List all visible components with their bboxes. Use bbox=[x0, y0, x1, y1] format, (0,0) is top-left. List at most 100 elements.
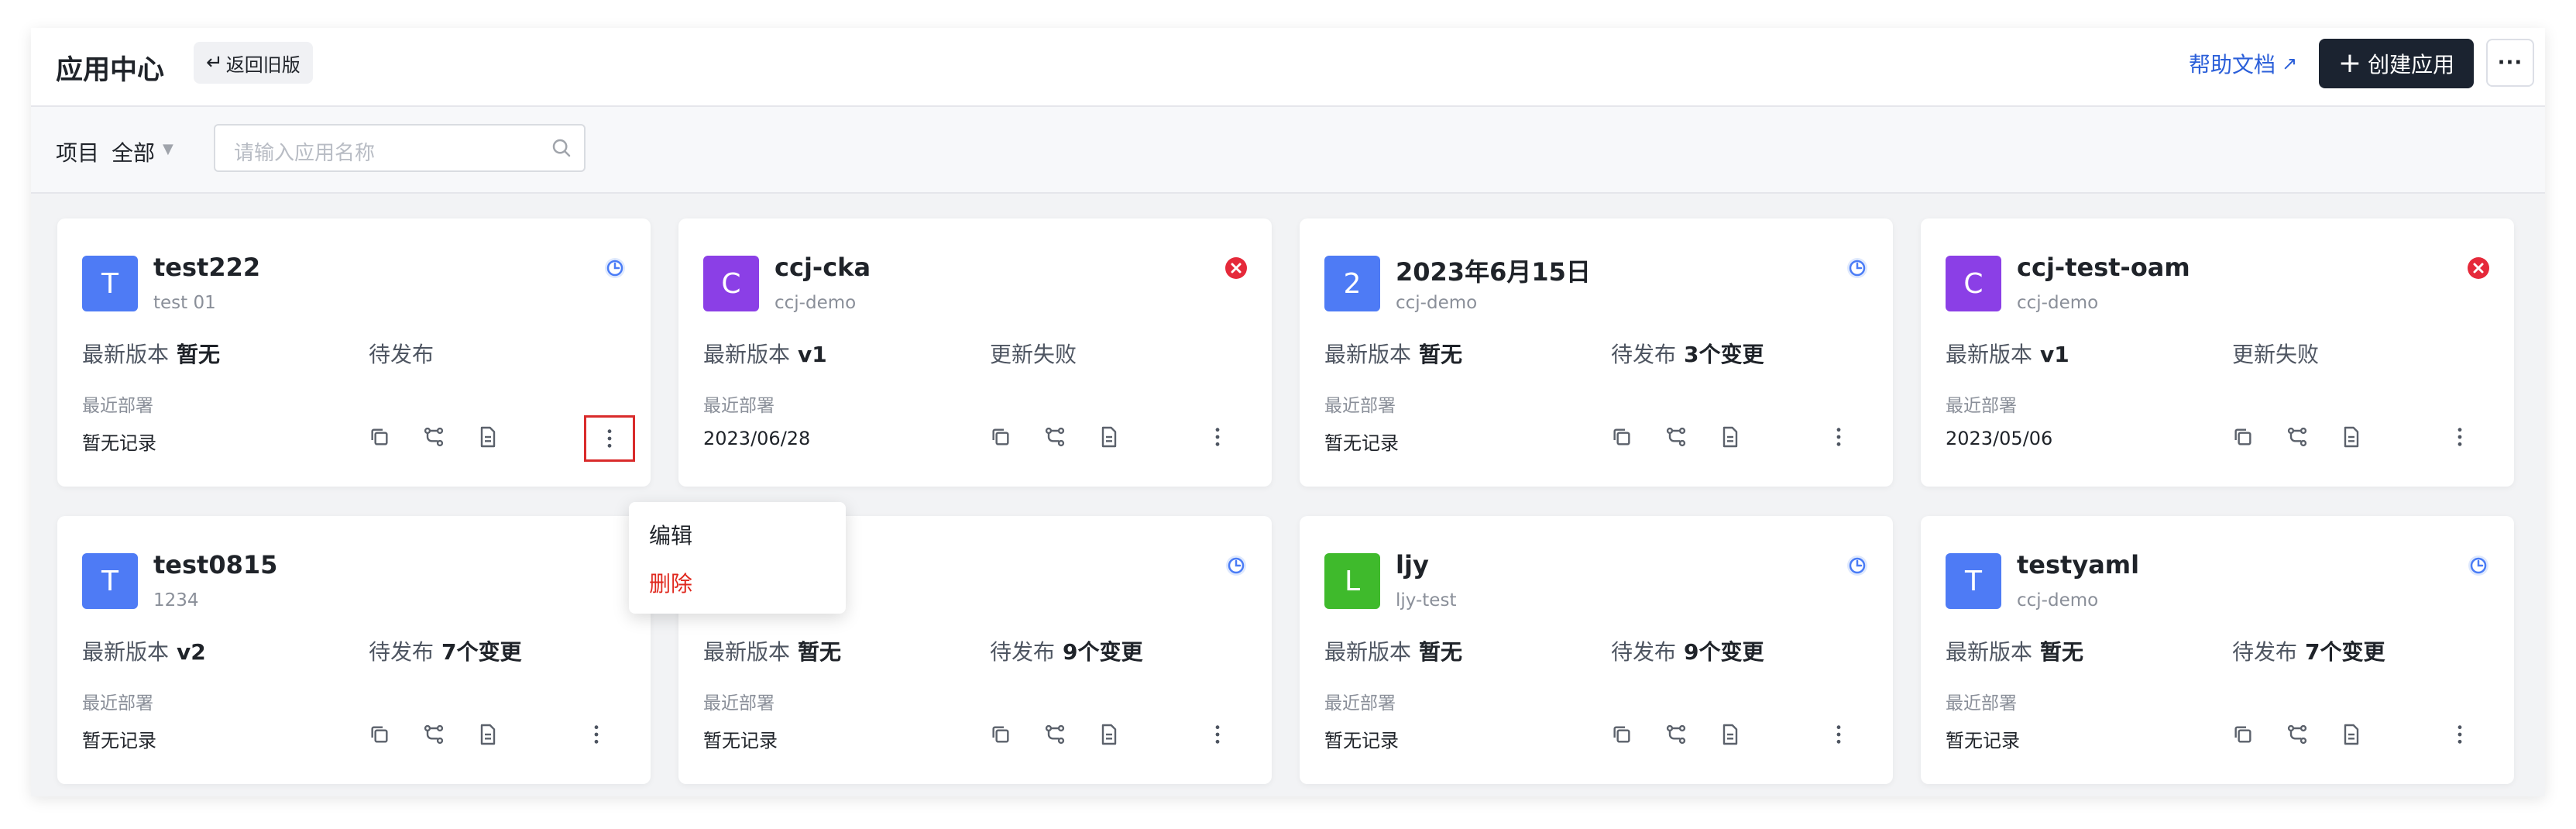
workflow-icon[interactable] bbox=[1664, 425, 1688, 449]
avatar-letter: C bbox=[721, 267, 741, 300]
publish-status: 待发布 7个变更 bbox=[2232, 635, 2385, 666]
latest-version: 最新版本 暂无 bbox=[1324, 635, 1462, 666]
card-more-icon[interactable] bbox=[1826, 425, 1851, 449]
avatar-letter: T bbox=[101, 267, 118, 300]
help-docs-link[interactable]: 帮助文档 ↗ bbox=[2189, 48, 2297, 79]
recent-deploy-label: 最近部署 bbox=[703, 396, 775, 416]
recent-deploy-label: 最近部署 bbox=[1946, 693, 2017, 714]
app-center-window: 应用中心 ↵ 返回旧版 帮助文档 ↗ + 创建应用 ··· 项目 全部 ▼ 请输… bbox=[31, 28, 2545, 796]
copy-icon[interactable] bbox=[367, 425, 392, 449]
copy-icon[interactable] bbox=[2231, 722, 2255, 747]
card-action-menu: 编辑 删除 bbox=[629, 502, 846, 614]
publish-status-label: 待发布 bbox=[369, 639, 434, 665]
card-more-icon[interactable] bbox=[1205, 425, 1230, 449]
document-icon[interactable] bbox=[1718, 425, 1743, 449]
app-avatar: T bbox=[1946, 553, 2001, 609]
publish-status-label: 待发布 bbox=[1611, 342, 1677, 367]
workflow-icon[interactable] bbox=[1664, 722, 1688, 747]
workflow-icon[interactable] bbox=[421, 425, 446, 449]
app-name[interactable]: ccj-test-oam bbox=[2017, 253, 2190, 282]
header-more-button[interactable]: ··· bbox=[2486, 39, 2534, 87]
create-app-button[interactable]: + 创建应用 bbox=[2319, 39, 2474, 88]
menu-item-delete[interactable]: 删除 bbox=[649, 567, 692, 598]
copy-icon[interactable] bbox=[2231, 425, 2255, 449]
caret-down-icon[interactable]: ▼ bbox=[163, 141, 173, 157]
avatar-letter: T bbox=[101, 565, 118, 597]
latest-version-value: 暂无 bbox=[2040, 639, 2084, 665]
latest-version-label: 最新版本 bbox=[1946, 639, 2033, 665]
back-to-old-version-button[interactable]: ↵ 返回旧版 bbox=[194, 42, 313, 84]
card-more-icon[interactable] bbox=[1205, 722, 1230, 747]
document-icon[interactable] bbox=[2339, 722, 2364, 747]
clock-status-icon bbox=[1845, 256, 1870, 280]
document-icon[interactable] bbox=[2339, 425, 2364, 449]
project-filter-select[interactable]: 全部 bbox=[112, 136, 155, 167]
card-more-icon[interactable] bbox=[2447, 425, 2472, 449]
app-avatar: C bbox=[1946, 256, 2001, 311]
recent-deploy-label: 最近部署 bbox=[703, 693, 775, 714]
app-name[interactable]: testyaml bbox=[2017, 550, 2139, 580]
project-filter-label: 项目 bbox=[56, 140, 100, 166]
return-arrow-icon: ↵ bbox=[206, 51, 223, 74]
external-link-icon: ↗ bbox=[2282, 53, 2298, 74]
recent-deploy-value: 暂无记录 bbox=[1324, 432, 1399, 454]
search-input[interactable]: 请输入应用名称 bbox=[214, 124, 586, 172]
latest-version-label: 最新版本 bbox=[1324, 342, 1412, 367]
app-name[interactable]: test222 bbox=[153, 253, 260, 282]
card-more-icon[interactable] bbox=[1826, 722, 1851, 747]
latest-version-label: 最新版本 bbox=[1946, 342, 2033, 367]
recent-deploy-value: 暂无记录 bbox=[703, 730, 778, 752]
copy-icon[interactable] bbox=[988, 722, 1013, 747]
workflow-icon[interactable] bbox=[2285, 425, 2310, 449]
avatar-letter: T bbox=[1965, 565, 1982, 597]
app-name[interactable]: ljy bbox=[1396, 550, 1429, 580]
card-more-icon[interactable] bbox=[584, 415, 635, 462]
publish-status-label: 待发布 bbox=[1611, 639, 1677, 665]
workflow-icon[interactable] bbox=[1042, 425, 1067, 449]
workflow-icon[interactable] bbox=[2285, 722, 2310, 747]
pending-changes-count: 7个变更 bbox=[441, 639, 522, 665]
app-name[interactable]: ccj-cka bbox=[775, 253, 871, 282]
app-subtitle: ccj-demo bbox=[2017, 590, 2099, 611]
app-subtitle: ccj-demo bbox=[2017, 293, 2099, 313]
workflow-icon[interactable] bbox=[421, 722, 446, 747]
app-subtitle: 1234 bbox=[153, 590, 199, 611]
app-name[interactable]: test0815 bbox=[153, 550, 277, 580]
app-card[interactable]: Lljy ljy-test 最新版本 暂无 待发布 9个变更 最近部署 暂无记录 bbox=[1300, 516, 1893, 784]
menu-item-edit[interactable]: 编辑 bbox=[649, 519, 692, 550]
recent-deploy-label: 最近部署 bbox=[1946, 396, 2017, 416]
document-icon[interactable] bbox=[476, 722, 500, 747]
latest-version-label: 最新版本 bbox=[82, 639, 170, 665]
app-card[interactable]: 2 2023年6月15日 ccj-demo 最新版本 暂无 待发布 3个变更 最近部署 暂无记录 bbox=[1300, 218, 1893, 487]
latest-version-value: v1 bbox=[798, 342, 827, 367]
app-name[interactable]: 2023年6月15日 bbox=[1396, 253, 1591, 288]
app-card[interactable]: Cccj-test-oam ccj-demo 最新版本 v1 更新失败 最近部署 2023/… bbox=[1921, 218, 2514, 487]
recent-deploy-label: 最近部署 bbox=[82, 693, 153, 714]
app-card[interactable]: Ttest222 test 01 最新版本 暂无 待发布 最近部署 暂无记录 bbox=[57, 218, 651, 487]
app-card[interactable]: Ttest0815 1234 最新版本 v2 待发布 7个变更 最近部署 暂无记录 bbox=[57, 516, 651, 784]
copy-icon[interactable] bbox=[1609, 425, 1634, 449]
latest-version-value: 暂无 bbox=[177, 342, 221, 367]
recent-deploy-value: 暂无记录 bbox=[1946, 730, 2020, 752]
latest-version-value: 暂无 bbox=[798, 639, 842, 665]
copy-icon[interactable] bbox=[988, 425, 1013, 449]
card-more-icon[interactable] bbox=[584, 722, 609, 747]
document-icon[interactable] bbox=[1718, 722, 1743, 747]
app-subtitle: ccj-demo bbox=[1396, 293, 1478, 313]
avatar-letter: C bbox=[1963, 267, 1984, 300]
copy-icon[interactable] bbox=[367, 722, 392, 747]
plus-icon: + bbox=[2337, 47, 2362, 79]
copy-icon[interactable] bbox=[1609, 722, 1634, 747]
app-card[interactable]: Ttestyaml ccj-demo 最新版本 暂无 待发布 7个变更最近部署暂无记录 bbox=[1921, 516, 2514, 784]
publish-status: 待发布 9个变更 bbox=[1611, 635, 1764, 666]
document-icon[interactable] bbox=[476, 425, 500, 449]
latest-version-label: 最新版本 bbox=[1324, 639, 1412, 665]
clock-status-icon bbox=[1845, 553, 1870, 578]
workflow-icon[interactable] bbox=[1042, 722, 1067, 747]
latest-version-value: 暂无 bbox=[1419, 342, 1463, 367]
document-icon[interactable] bbox=[1097, 425, 1121, 449]
card-more-icon[interactable] bbox=[2447, 722, 2472, 747]
document-icon[interactable] bbox=[1097, 722, 1121, 747]
app-card[interactable]: Cccj-cka ccj-demo 最新版本 v1 更新失败 最近部署 2023/06/28 bbox=[678, 218, 1272, 487]
latest-version-value: 暂无 bbox=[1419, 639, 1463, 665]
